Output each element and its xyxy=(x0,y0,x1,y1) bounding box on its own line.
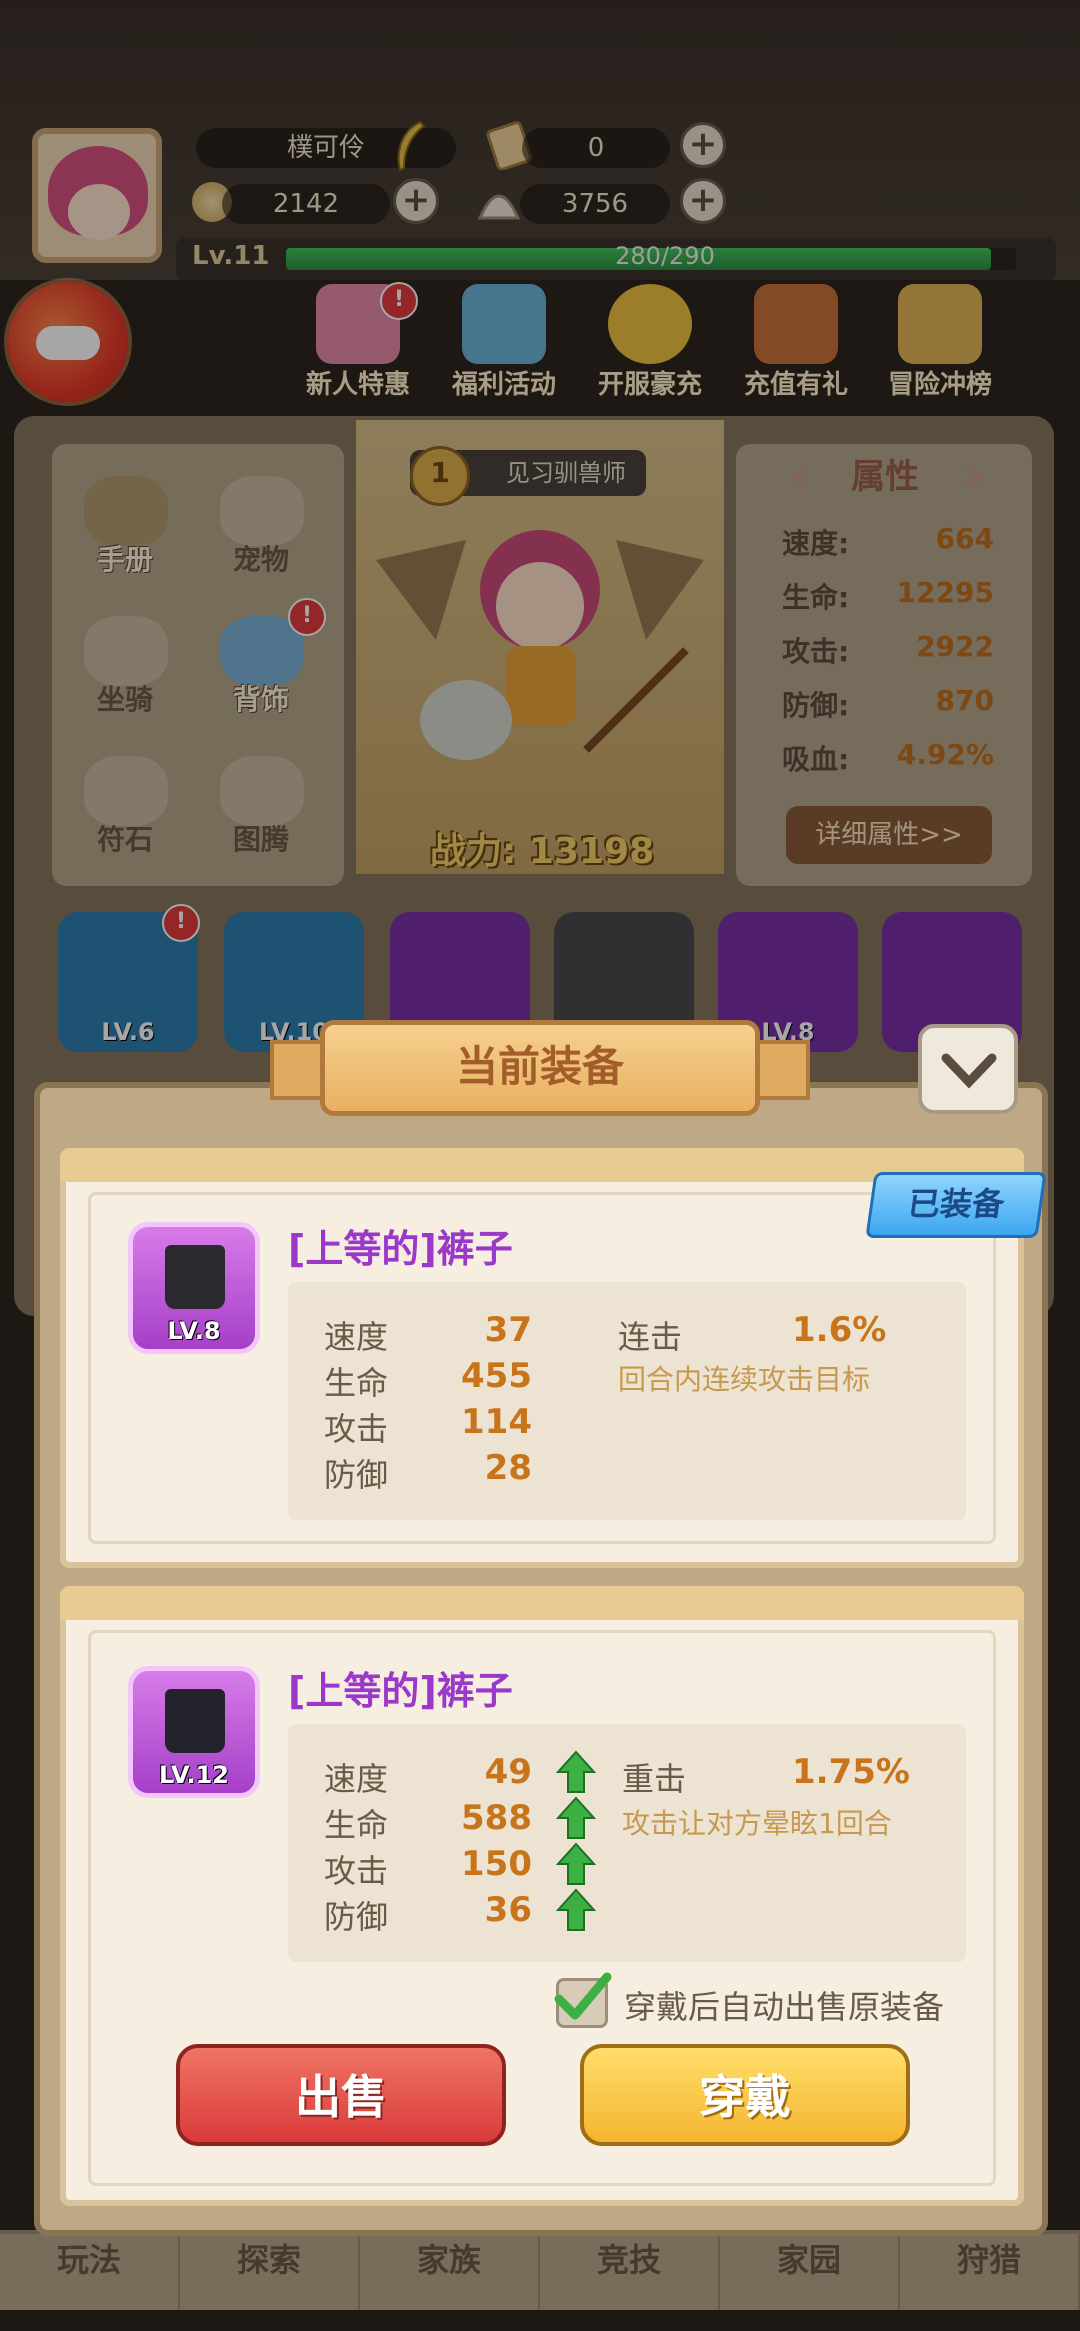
upgrade-arrow-icon xyxy=(555,1750,597,1793)
equipped-badge: 已装备 xyxy=(865,1172,1047,1238)
checkmark-icon xyxy=(554,1972,612,2020)
upgrade-arrow-icon xyxy=(555,1796,597,1839)
special-label: 重击 xyxy=(622,1760,687,1798)
stat-value: 36 xyxy=(484,1890,532,1930)
upgrade-arrow-icon xyxy=(555,1888,597,1931)
special-value: 1.75% xyxy=(792,1752,910,1792)
stat-label: 生命 xyxy=(324,1364,389,1402)
collapse-button[interactable] xyxy=(918,1024,1018,1114)
stat-value: 37 xyxy=(484,1310,532,1350)
chevron-down-icon xyxy=(941,1053,997,1089)
stat-label: 速度 xyxy=(324,1318,389,1356)
special-label: 连击 xyxy=(618,1318,683,1356)
upgrade-arrow-icon xyxy=(555,1842,597,1885)
wear-button[interactable]: 穿戴 xyxy=(580,2044,910,2146)
auto-sell-checkbox[interactable] xyxy=(554,1972,612,2028)
stat-label: 速度 xyxy=(324,1760,389,1798)
current-item-icon[interactable]: LV.8 xyxy=(128,1222,260,1354)
new-item-name: [上等的]裤子 xyxy=(288,1669,513,1713)
auto-sell-label: 穿戴后自动出售原装备 xyxy=(624,1988,945,2026)
special-desc: 回合内连续攻击目标 xyxy=(618,1363,871,1396)
sell-button[interactable]: 出售 xyxy=(176,2044,506,2146)
special-desc: 攻击让对方晕眩1回合 xyxy=(622,1807,892,1840)
stat-value: 28 xyxy=(484,1448,532,1488)
stat-label: 防御 xyxy=(324,1898,389,1936)
stat-value: 588 xyxy=(461,1798,532,1838)
stat-value: 150 xyxy=(461,1844,532,1884)
stat-label: 攻击 xyxy=(324,1852,389,1890)
stat-value: 455 xyxy=(461,1356,532,1396)
stat-value: 49 xyxy=(484,1752,532,1792)
stat-label: 攻击 xyxy=(324,1410,389,1448)
stat-value: 114 xyxy=(461,1402,532,1442)
stat-label: 生命 xyxy=(324,1806,389,1844)
current-item-name: [上等的]裤子 xyxy=(288,1227,513,1271)
new-item-icon[interactable]: LV.12 xyxy=(128,1666,260,1798)
modal-title: 当前装备 xyxy=(320,1020,760,1116)
special-value: 1.6% xyxy=(792,1310,887,1350)
stat-label: 防御 xyxy=(324,1456,389,1494)
